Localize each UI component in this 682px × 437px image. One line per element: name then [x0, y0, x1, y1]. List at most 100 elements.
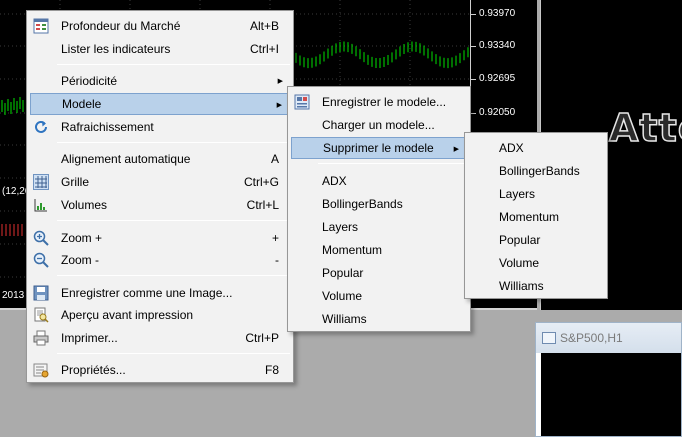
- menu-item-load-template[interactable]: Charger un modele...: [291, 114, 467, 136]
- menu-item-label: Modele: [62, 97, 102, 111]
- properties-icon: [33, 362, 49, 378]
- menu-item-shortcut: Ctrl+P: [245, 331, 279, 345]
- chart-window-icon: [542, 332, 556, 344]
- menu-item-refresh[interactable]: Rafraichissement: [30, 116, 290, 138]
- menu-separator: [57, 220, 290, 221]
- chart-canvas: [541, 353, 681, 436]
- window-title: S&P500,H1: [560, 331, 623, 345]
- menu-item-delete-adx[interactable]: ADX: [468, 137, 604, 159]
- menu-item-template[interactable]: Modele ▶: [30, 93, 290, 115]
- save-image-icon: [33, 285, 49, 301]
- menu-item-label: Momentum: [499, 210, 560, 224]
- menu-item-shortcut: F8: [264, 363, 279, 377]
- menu-separator: [57, 142, 290, 143]
- refresh-icon: [33, 119, 49, 135]
- menu-item-template-layers[interactable]: Layers: [291, 216, 467, 238]
- menu-item-label: BollingerBands: [322, 197, 403, 211]
- menu-item-label: Williams: [322, 312, 367, 326]
- menu-item-label: Supprimer le modele: [323, 141, 434, 155]
- submenu-arrow-icon: ▶: [277, 78, 283, 85]
- save-template-icon: [294, 94, 310, 110]
- printer-icon: [33, 330, 49, 346]
- menu-item-delete-momentum[interactable]: Momentum: [468, 206, 604, 228]
- price-label: 0.92050: [479, 107, 516, 118]
- menu-item-volumes[interactable]: Volumes Ctrl+L: [30, 194, 290, 216]
- submenu-arrow-icon: ▶: [453, 146, 459, 153]
- menu-item-label: Profondeur du Marché: [61, 19, 181, 33]
- menu-item-shortcut: Ctrl+I: [249, 42, 279, 56]
- menu-item-shortcut: Ctrl+G: [243, 175, 279, 189]
- menu-item-delete-volume[interactable]: Volume: [468, 252, 604, 274]
- menu-item-delete-williams[interactable]: Williams: [468, 275, 604, 297]
- menu-item-shortcut: +: [271, 231, 279, 245]
- menu-item-periodicity[interactable]: Périodicité ▶: [30, 70, 290, 92]
- menu-item-label: Aperçu avant impression: [61, 308, 194, 322]
- menu-item-delete-popular[interactable]: Popular: [468, 229, 604, 251]
- menu-separator: [318, 163, 467, 164]
- menu-item-label: Volume: [322, 289, 363, 303]
- menu-item-template-momentum[interactable]: Momentum: [291, 239, 467, 261]
- delete-template-submenu: ADX BollingerBands Layers Momentum Popul…: [464, 132, 608, 299]
- menu-item-template-adx[interactable]: ADX: [291, 170, 467, 192]
- menu-item-shortcut: A: [270, 152, 279, 166]
- price-label: 0.92695: [479, 73, 516, 84]
- menu-item-label: Imprimer...: [61, 331, 118, 345]
- menu-item-label: BollingerBands: [499, 164, 580, 178]
- menu-item-template-williams[interactable]: Williams: [291, 308, 467, 330]
- chart-watermark: Atten: [608, 105, 682, 151]
- menu-item-label: Popular: [499, 233, 541, 247]
- sp500-chart-window[interactable]: S&P500,H1: [535, 322, 682, 437]
- menu-item-zoom-in[interactable]: Zoom + +: [30, 227, 290, 249]
- menu-separator: [57, 353, 290, 354]
- window-titlebar[interactable]: S&P500,H1: [536, 323, 681, 353]
- menu-item-template-volume[interactable]: Volume: [291, 285, 467, 307]
- menu-item-template-bollinger[interactable]: BollingerBands: [291, 193, 467, 215]
- menu-separator: [57, 275, 290, 276]
- menu-item-market-depth[interactable]: Profondeur du Marché Alt+B: [30, 15, 290, 37]
- print-preview-icon: [33, 307, 49, 323]
- menu-item-label: Layers: [499, 187, 536, 201]
- menu-item-label: ADX: [499, 141, 524, 155]
- menu-item-delete-bollinger[interactable]: BollingerBands: [468, 160, 604, 182]
- menu-item-shortcut: -: [275, 253, 279, 267]
- menu-item-label: Propriétés...: [61, 363, 126, 377]
- menu-item-label: Enregistrer le modele...: [322, 95, 447, 109]
- price-label: 0.93340: [479, 40, 516, 51]
- menu-item-shortcut: Ctrl+L: [246, 198, 279, 212]
- menu-item-label: Alignement automatique: [61, 152, 191, 166]
- menu-item-auto-scroll[interactable]: Alignement automatique A: [30, 148, 290, 170]
- menu-separator: [57, 64, 290, 65]
- menu-item-delete-template[interactable]: Supprimer le modele ▶: [291, 137, 467, 159]
- menu-item-properties[interactable]: Propriétés... F8: [30, 359, 290, 381]
- date-axis-label: 2013: [2, 290, 25, 301]
- menu-item-label: ADX: [322, 174, 347, 188]
- chart-context-menu: Profondeur du Marché Alt+B Lister les in…: [26, 10, 294, 383]
- menu-item-list-indicators[interactable]: Lister les indicateurs Ctrl+I: [30, 38, 290, 60]
- grid-icon: [33, 174, 49, 190]
- menu-item-save-image[interactable]: Enregistrer comme une Image...: [30, 282, 290, 304]
- menu-item-label: Volumes: [61, 198, 108, 212]
- menu-item-save-template[interactable]: Enregistrer le modele...: [291, 91, 467, 113]
- menu-item-label: Williams: [499, 279, 544, 293]
- template-submenu: Enregistrer le modele... Charger un mode…: [287, 86, 471, 332]
- menu-item-label: Zoom +: [61, 231, 103, 245]
- menu-item-delete-layers[interactable]: Layers: [468, 183, 604, 205]
- menu-item-shortcut: Alt+B: [249, 19, 279, 33]
- menu-item-label: Momentum: [322, 243, 383, 257]
- menu-item-label: Popular: [322, 266, 364, 280]
- menu-item-label: Layers: [322, 220, 359, 234]
- zoom-in-icon: [33, 230, 49, 246]
- menu-item-template-popular[interactable]: Popular: [291, 262, 467, 284]
- menu-item-print-preview[interactable]: Aperçu avant impression: [30, 304, 290, 326]
- menu-item-label: Enregistrer comme une Image...: [61, 286, 233, 300]
- zoom-out-icon: [33, 252, 49, 268]
- menu-item-print[interactable]: Imprimer... Ctrl+P: [30, 327, 290, 349]
- menu-item-label: Charger un modele...: [322, 118, 435, 132]
- menu-item-zoom-out[interactable]: Zoom - -: [30, 249, 290, 271]
- submenu-arrow-icon: ▶: [276, 102, 282, 109]
- market-depth-icon: [33, 18, 49, 34]
- menu-item-label: Volume: [499, 256, 540, 270]
- menu-item-grid[interactable]: Grille Ctrl+G: [30, 171, 290, 193]
- menu-item-label: Lister les indicateurs: [61, 42, 171, 56]
- menu-item-label: Grille: [61, 175, 90, 189]
